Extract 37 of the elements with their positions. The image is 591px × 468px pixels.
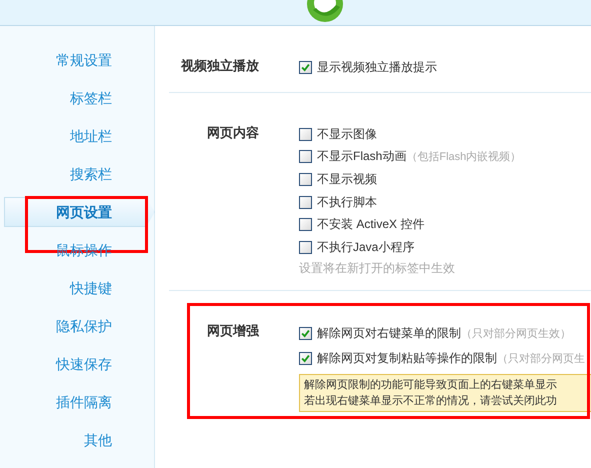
- hint-text: （只对部分网页生: [497, 352, 585, 366]
- sidebar-item[interactable]: 快速保存: [4, 345, 155, 383]
- checkbox[interactable]: [299, 128, 312, 141]
- sidebar-item[interactable]: 快捷键: [4, 269, 155, 307]
- checkbox-label: 解除网页对右键菜单的限制: [317, 324, 461, 342]
- checkbox[interactable]: [299, 240, 312, 254]
- checkbox-label: 不安装 ActiveX 控件: [317, 216, 424, 234]
- checkbox[interactable]: [299, 218, 312, 232]
- hint-text: （只对部分网页生效）: [461, 326, 571, 341]
- checkbox[interactable]: [299, 326, 312, 340]
- note-text: 设置将在新打开的标签中生效: [299, 260, 455, 275]
- sidebar-item[interactable]: 其他: [4, 421, 155, 459]
- sidebar-item[interactable]: 地址栏: [4, 117, 155, 155]
- checkbox-label: 解除网页对复制粘贴等操作的限制: [317, 350, 497, 367]
- checkbox-label: 不显示图像: [317, 126, 377, 143]
- hint-text: （包括Flash内嵌视频）: [406, 150, 522, 164]
- checkbox-label: 不执行脚本: [317, 194, 377, 211]
- checkbox[interactable]: [299, 60, 312, 74]
- checkbox[interactable]: [299, 150, 312, 164]
- warning-text: 若出现右键菜单显示不正常的情况，请尝试关闭此功: [304, 394, 557, 407]
- checkbox[interactable]: [299, 172, 312, 186]
- section-label: 网页内容: [207, 124, 259, 140]
- checkbox-label: 不显示视频: [317, 170, 377, 188]
- checkbox[interactable]: [299, 196, 312, 209]
- checkbox-label: 不执行Java小程序: [317, 238, 414, 256]
- checkbox-label: 不显示Flash动画: [317, 148, 406, 166]
- sidebar-item[interactable]: 常规设置: [4, 41, 155, 79]
- checkbox[interactable]: [299, 352, 312, 365]
- warning-text: 解除网页限制的功能可能导致页面上的右键菜单显示: [304, 378, 557, 391]
- sidebar-item[interactable]: 标签栏: [4, 79, 155, 117]
- checkbox-label: 显示视频独立播放提示: [317, 58, 437, 76]
- section-label: 视频独立播放: [181, 58, 259, 73]
- sidebar-item[interactable]: 搜索栏: [4, 155, 155, 193]
- section-label: 网页增强: [207, 322, 259, 338]
- sidebar-item[interactable]: 隐私保护: [4, 307, 155, 345]
- sidebar-item[interactable]: 插件隔离: [4, 383, 155, 421]
- sidebar-item[interactable]: 网页设置: [4, 197, 155, 227]
